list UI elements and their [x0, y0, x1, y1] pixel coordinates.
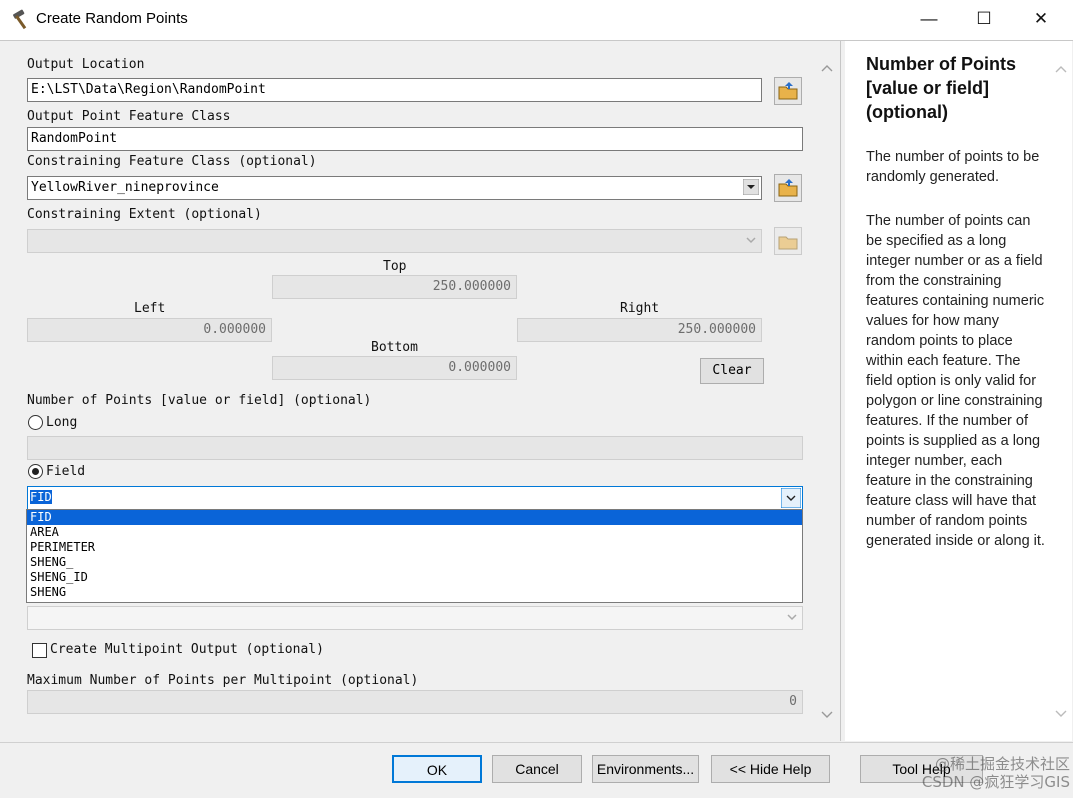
- dropdown-option[interactable]: PERIMETER: [27, 540, 802, 555]
- help-panel: Number of Points [value or field] (optio…: [845, 41, 1055, 741]
- output-location-input[interactable]: E:\LST\Data\Region\RandomPoint: [27, 78, 762, 102]
- field-radio[interactable]: [28, 464, 43, 479]
- window-title: Create Random Points: [36, 10, 188, 27]
- long-radio-label: Long: [46, 415, 78, 430]
- ok-button[interactable]: OK: [392, 755, 482, 783]
- help-title: Number of Points [value or field] (optio…: [866, 54, 1017, 122]
- watermark-text: @稀土掘金技术社区 CSDN @疯狂学习GIS: [921, 755, 1070, 791]
- close-button[interactable]: ✕: [1013, 0, 1069, 40]
- dropdown-option[interactable]: AREA: [27, 525, 802, 540]
- field-select[interactable]: FID: [27, 486, 803, 510]
- extent-bottom-input[interactable]: 0.000000: [272, 356, 517, 380]
- output-feature-class-input[interactable]: RandomPoint: [27, 127, 803, 151]
- extent-bottom-label: Bottom: [371, 340, 418, 355]
- constraining-feature-class-select[interactable]: YellowRiver_nineprovince: [27, 176, 762, 200]
- scroll-down-icon[interactable]: [820, 710, 834, 720]
- environments-button[interactable]: Environments...: [592, 755, 699, 783]
- num-points-label: Number of Points [value or field] (optio…: [27, 393, 372, 408]
- multipoint-label: Create Multipoint Output (optional): [50, 642, 324, 657]
- minimize-button[interactable]: —: [901, 0, 957, 40]
- extent-top-input[interactable]: 250.000000: [272, 275, 517, 299]
- open-folder-icon: [778, 179, 798, 197]
- dropdown-option[interactable]: SHENG_: [27, 555, 802, 570]
- chevron-down-icon: [746, 237, 756, 244]
- output-feature-class-label: Output Point Feature Class: [27, 109, 231, 124]
- cancel-button[interactable]: Cancel: [492, 755, 582, 783]
- dropdown-option[interactable]: SHENG: [27, 585, 802, 600]
- dropdown-option[interactable]: SHENG_ID: [27, 570, 802, 585]
- constraining-extent-select[interactable]: [27, 229, 762, 253]
- constraining-extent-label: Constraining Extent (optional): [27, 207, 262, 222]
- help-summary: The number of points to be randomly gene…: [866, 149, 1040, 185]
- browse-output-location-button[interactable]: [774, 77, 802, 105]
- constraining-feature-class-label: Constraining Feature Class (optional): [27, 154, 317, 169]
- multipoint-checkbox[interactable]: [32, 643, 47, 658]
- extent-right-input[interactable]: 250.000000: [517, 318, 762, 342]
- chevron-down-icon: [781, 488, 801, 508]
- help-description: The number of points can be specified as…: [866, 213, 1045, 549]
- maximize-button[interactable]: ☐: [956, 0, 1012, 40]
- browse-extent-button[interactable]: [774, 227, 802, 255]
- dropdown-arrow-icon: [743, 179, 759, 195]
- clear-extent-button[interactable]: Clear: [700, 358, 764, 384]
- long-value-input[interactable]: [27, 436, 803, 460]
- field-radio-label: Field: [46, 464, 86, 479]
- extent-right-label: Right: [620, 301, 660, 316]
- chevron-down-icon: [787, 614, 797, 621]
- field-secondary-select[interactable]: [27, 606, 803, 630]
- extent-top-label: Top: [383, 259, 407, 274]
- extent-left-label: Left: [134, 301, 166, 316]
- scroll-up-icon[interactable]: [1054, 64, 1068, 74]
- max-points-label: Maximum Number of Points per Multipoint …: [27, 673, 419, 688]
- scroll-up-icon[interactable]: [820, 63, 834, 73]
- help-scrollbar[interactable]: [1050, 41, 1072, 741]
- open-folder-icon: [778, 236, 798, 250]
- dropdown-option[interactable]: FID: [27, 510, 802, 525]
- output-location-label: Output Location: [27, 57, 145, 72]
- hammer-icon: [13, 9, 27, 30]
- long-radio[interactable]: [28, 415, 43, 430]
- title-bar: Create Random Points — ☐ ✕: [0, 0, 1073, 41]
- hide-help-button[interactable]: << Hide Help: [711, 755, 830, 783]
- max-points-input[interactable]: 0: [27, 690, 803, 714]
- extent-left-input[interactable]: 0.000000: [27, 318, 272, 342]
- open-folder-icon: [778, 82, 798, 100]
- field-select-value: FID: [30, 490, 52, 504]
- browse-constraining-fc-button[interactable]: [774, 174, 802, 202]
- constraining-feature-class-value: YellowRiver_nineprovince: [31, 180, 219, 195]
- scroll-down-icon[interactable]: [1054, 709, 1068, 719]
- field-dropdown-list: FID AREA PERIMETER SHENG_ SHENG_ID SHENG: [26, 509, 803, 603]
- radio-selected-dot: [32, 468, 39, 475]
